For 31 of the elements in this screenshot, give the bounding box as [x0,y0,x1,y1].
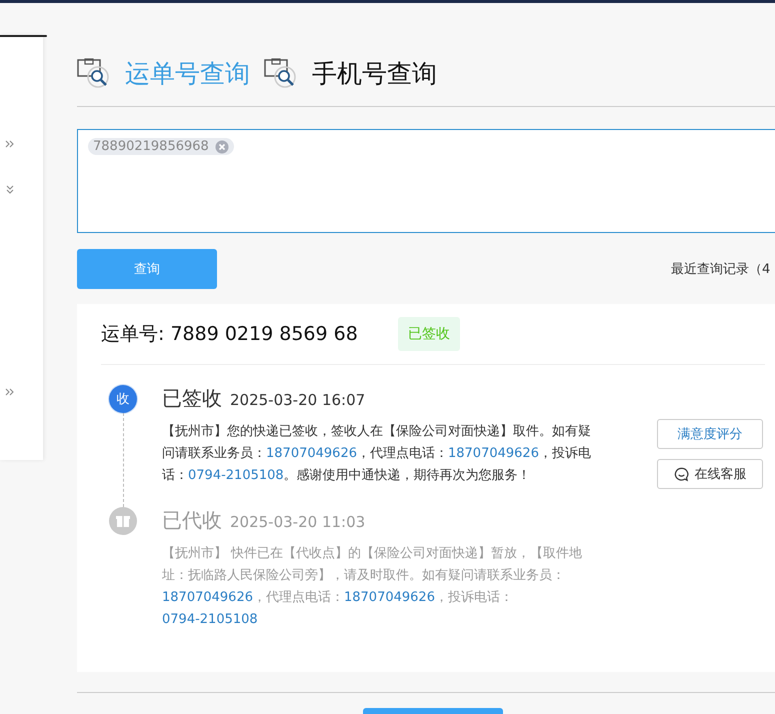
phone-link[interactable]: 0794-2105108 [188,468,284,483]
remove-icon[interactable] [214,140,229,154]
tab[interactable]: 手机号查询 [264,53,437,93]
signed-icon: 收 [109,385,137,413]
event-status: 已代收 [162,507,222,534]
chevron-icon[interactable] [5,387,15,397]
event-time: 2025-03-20 11:03 [230,513,366,531]
online-service-button[interactable]: 在线客服 [657,459,763,489]
package-search-icon [77,58,111,88]
phone-link[interactable]: 18707049626 [162,590,253,605]
rating-button[interactable]: 满意度评分 [657,419,763,449]
query-button[interactable]: 查询 [77,249,217,289]
recent-history-link[interactable]: 最近查询记录（4 [671,260,770,278]
tracking-number: 运单号: 7889 0219 8569 68 [101,322,358,347]
event-time: 2025-03-20 16:07 [230,391,366,409]
tab[interactable]: 运单号查询 [77,53,250,93]
phone-link[interactable]: 18707049626 [344,590,435,605]
chat-icon [674,466,688,482]
tracking-tag: 78890219856968 [88,138,234,155]
event-description: 【抚州市】您的快递已签收，签收人在【保险公司对面快递】取件。如有疑问请联系业务员：18707049626，代理点电话：18707049626，投诉电话：0794-2105108。感谢使用中通快递，期待再次为您服务！ [162,423,592,485]
status-badge: 已签收 [398,317,460,351]
chevron-icon[interactable] [5,185,15,195]
phone-link[interactable]: 0794-2105108 [162,612,258,627]
phone-link[interactable]: 18707049626 [266,446,357,461]
package-search-icon [264,58,298,88]
tracking-number-field[interactable]: 78890219856968 [77,129,775,233]
event-status: 已签收 [162,385,222,412]
event-description: 【抚州市】 快件已在【代收点】的【保险公司对面快递】暂放，【取件地址：抚临路人民保险公司旁】，请及时取件。如有疑问请联系业务员： 18707049626，代理点电话：18707049626，投诉电话： 0794-2105108 [162,545,584,629]
gift-icon [109,507,137,535]
chevron-icon[interactable] [5,139,15,149]
phone-link[interactable]: 18707049626 [448,446,539,461]
